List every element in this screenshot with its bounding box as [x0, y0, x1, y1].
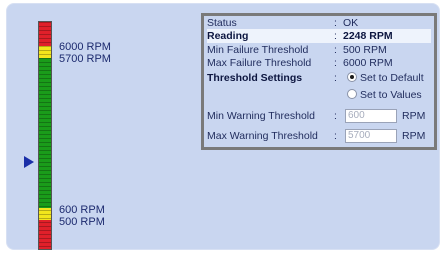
min-warning-label: Min Warning Threshold	[207, 110, 315, 122]
max-warning-label: Max Warning Threshold	[207, 130, 318, 142]
separator: :	[334, 57, 337, 69]
reading-pointer-icon	[24, 156, 34, 168]
max-warning-unit: RPM	[402, 130, 426, 142]
radio-unchecked-icon[interactable]	[347, 89, 357, 99]
status-value: OK	[343, 17, 359, 29]
separator: :	[334, 30, 337, 42]
max-warning-row: Max Warning Threshold : 5700 RPM	[207, 129, 431, 143]
min-warning-input[interactable]: 600	[345, 109, 397, 123]
radio-values-label: Set to Values	[360, 89, 422, 101]
status-row: Status : OK	[207, 16, 431, 30]
separator: :	[334, 130, 337, 142]
gauge-label-min-failure: 500 RPM	[59, 216, 105, 228]
radio-set-values[interactable]: Set to Values	[347, 88, 422, 102]
min-failure-label: Min Failure Threshold	[207, 44, 309, 56]
reading-label: Reading	[207, 30, 249, 42]
gauge-label-max-failure: 6000 RPM	[59, 41, 111, 53]
separator: :	[334, 110, 337, 122]
status-label: Status	[207, 17, 237, 29]
gauge-tick-lines	[39, 22, 51, 249]
separator: :	[334, 44, 337, 56]
threshold-settings-row: Threshold Settings : Set to Default	[207, 71, 431, 85]
threshold-values-row: Set to Values	[207, 88, 431, 102]
radio-set-default[interactable]: Set to Default	[347, 71, 424, 85]
separator: :	[334, 72, 337, 84]
radio-checked-icon[interactable]	[347, 72, 357, 82]
max-warning-input[interactable]: 5700	[345, 129, 397, 143]
reading-row: Reading : 2248 RPM	[207, 29, 431, 43]
threshold-info-box: Status : OK Reading : 2248 RPM Min Failu…	[201, 13, 437, 150]
threshold-settings-label: Threshold Settings	[207, 72, 303, 84]
min-warning-row: Min Warning Threshold : 600 RPM	[207, 109, 431, 123]
gauge-label-max-warning: 5700 RPM	[59, 53, 111, 65]
min-failure-row: Min Failure Threshold : 500 RPM	[207, 43, 431, 57]
max-failure-value: 6000 RPM	[343, 57, 393, 69]
min-warning-unit: RPM	[402, 110, 426, 122]
radio-default-label: Set to Default	[360, 72, 424, 84]
min-failure-value: 500 RPM	[343, 44, 387, 56]
gauge-label-min-warning: 600 RPM	[59, 204, 105, 216]
separator: :	[334, 17, 337, 29]
max-failure-row: Max Failure Threshold : 6000 RPM	[207, 56, 431, 70]
reading-value: 2248 RPM	[343, 30, 393, 42]
rpm-gauge	[38, 21, 52, 250]
max-failure-label: Max Failure Threshold	[207, 57, 312, 69]
